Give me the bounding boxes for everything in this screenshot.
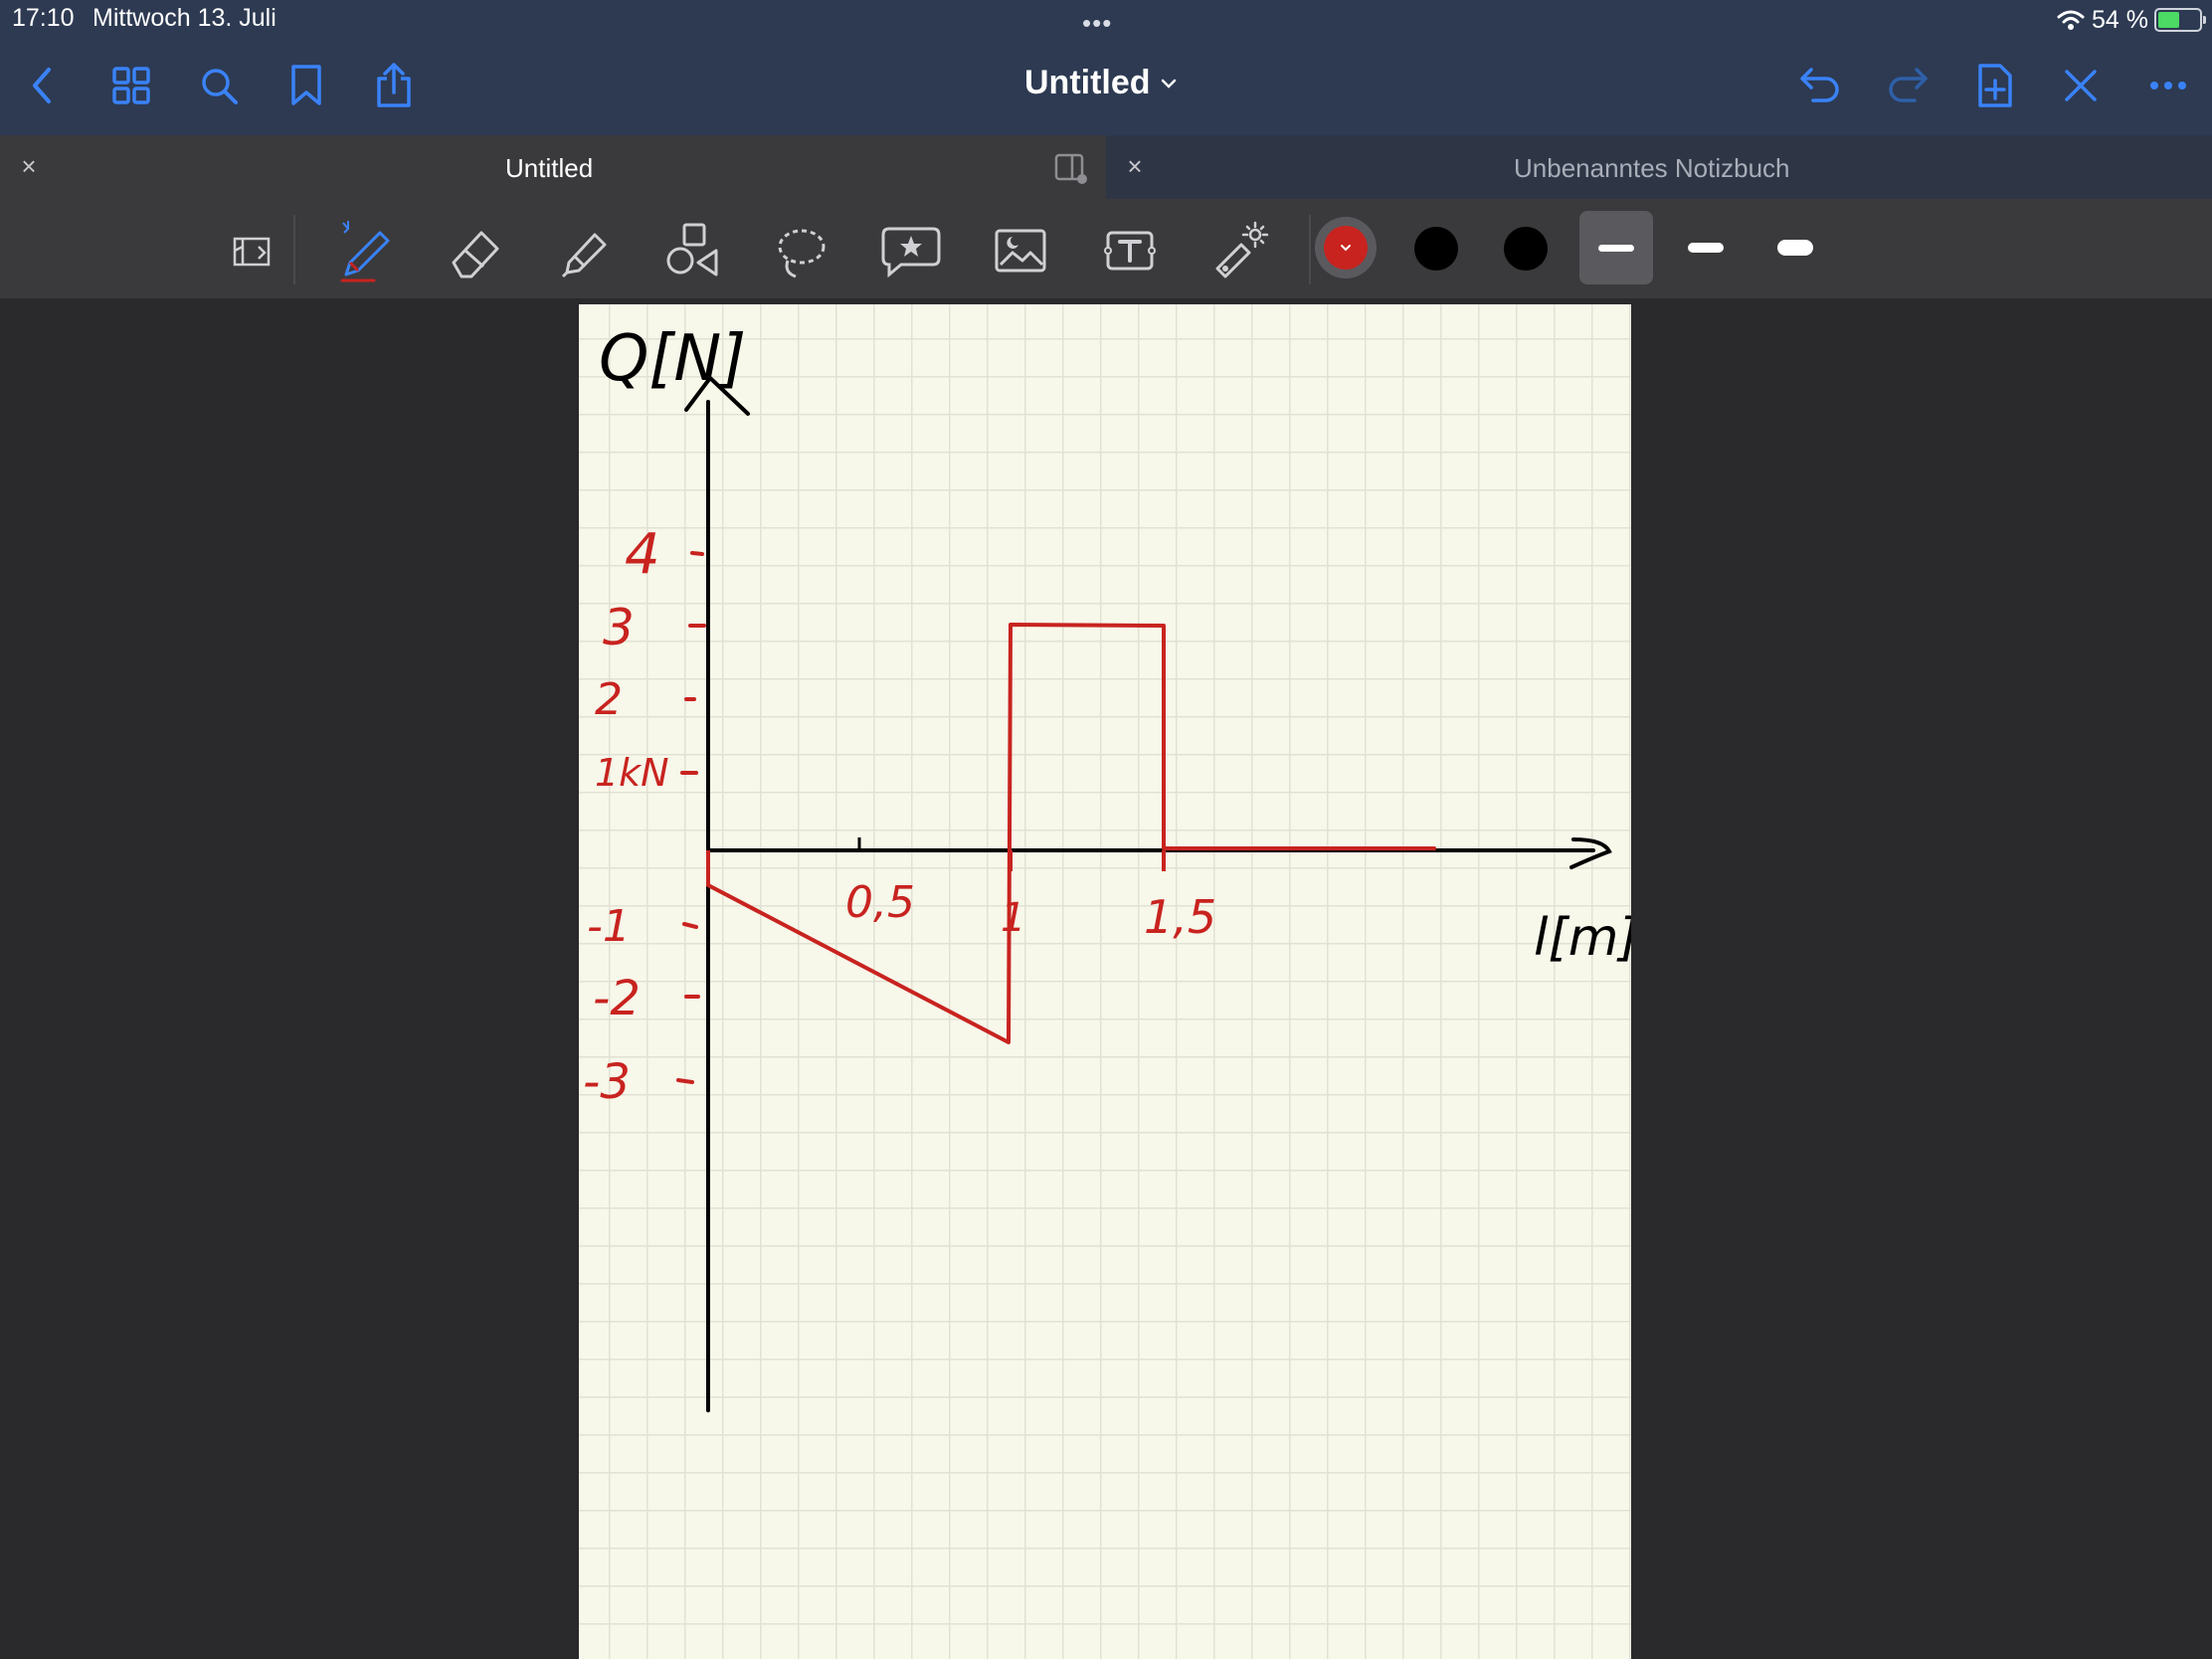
eraser-icon <box>452 231 499 278</box>
color-swatch-red[interactable] <box>1324 226 1368 270</box>
status-bar: 17:10 Mittwoch 13. Juli ••• 54 % <box>0 0 2212 40</box>
more-icon <box>2150 82 2186 90</box>
pen-icon <box>340 221 390 282</box>
text-tool[interactable] <box>1098 219 1162 282</box>
grid-view-button[interactable] <box>107 62 155 109</box>
read-mode-button[interactable] <box>221 219 284 282</box>
handwriting-layer: Q[N] l[m] 4 3 2 1kN -1 -2 -3 0,5 1 1,5 <box>583 322 1631 1412</box>
y-axis-label: Q[N] <box>599 322 746 396</box>
y-tick-label: 2 <box>595 674 623 725</box>
toolbar-separator <box>1309 215 1311 284</box>
bookmark-button[interactable] <box>282 62 330 109</box>
lasso-icon <box>778 229 826 278</box>
sticker-tool[interactable] <box>879 219 943 282</box>
image-tool[interactable] <box>989 219 1052 282</box>
tab-strip: × Untitled × Unbenanntes Notizbuch <box>0 135 2212 199</box>
redo-button[interactable] <box>1884 62 1932 109</box>
tab-untitled[interactable]: × Untitled <box>0 135 1106 199</box>
tab-close-button[interactable]: × <box>1120 151 1150 181</box>
x-tick-label: 0,5 <box>845 877 915 928</box>
image-icon <box>995 229 1046 273</box>
add-page-icon <box>1978 64 2012 107</box>
shear-diagram-stroke <box>706 623 1436 1044</box>
y-tick-label: -2 <box>593 971 641 1026</box>
split-view-icon[interactable] <box>1054 153 1088 185</box>
y-tick-label: 1kN <box>595 751 669 795</box>
undo-icon <box>1800 68 1839 102</box>
eraser-tool[interactable] <box>444 219 507 282</box>
lasso-tool[interactable] <box>770 219 833 282</box>
document-title: Untitled <box>1024 64 1151 101</box>
redo-icon <box>1889 68 1928 102</box>
undo-button[interactable] <box>1796 62 1844 109</box>
wifi-icon <box>2057 10 2085 30</box>
tab-unbenanntes-notizbuch[interactable]: × Unbenanntes Notizbuch <box>1106 135 2212 199</box>
battery-percent: 54 % <box>2092 5 2148 34</box>
y-tick-label: 3 <box>603 599 635 656</box>
highlighter-icon <box>561 233 607 278</box>
tab-label: Unbenanntes Notizbuch <box>1514 153 1790 183</box>
color-swatch-black[interactable] <box>1504 227 1548 271</box>
y-tick-label: -1 <box>587 901 631 952</box>
y-tick-label: 4 <box>625 522 660 587</box>
y-tick-stroke <box>676 1078 694 1084</box>
pen-tool[interactable] <box>332 219 396 282</box>
stroke-thick-option[interactable] <box>1758 211 1832 284</box>
status-date: Mittwoch 13. Juli <box>92 4 276 32</box>
shapes-tool[interactable] <box>660 219 724 282</box>
x-tick-label: 1 <box>1001 895 1025 941</box>
toggle-toolbar-button[interactable] <box>2057 62 2105 109</box>
tab-close-button[interactable]: × <box>14 151 44 181</box>
toolbar-separator <box>293 215 295 284</box>
document-title-menu[interactable]: Untitled <box>1024 64 1177 102</box>
stroke-thin-option[interactable] <box>1579 211 1653 284</box>
battery-icon <box>2154 8 2206 32</box>
search-button[interactable] <box>195 62 243 109</box>
multitasking-dots[interactable]: ••• <box>1082 8 1112 39</box>
bookmark-icon <box>291 65 321 105</box>
laser-pointer-icon <box>1215 221 1269 278</box>
x-tick-label: 1,5 <box>1144 890 1216 944</box>
color-swatch-black[interactable] <box>1414 227 1458 271</box>
text-icon <box>1104 231 1156 271</box>
shapes-icon <box>666 223 718 276</box>
status-time: 17:10 <box>12 4 75 32</box>
x-axis-arrow-stroke <box>1569 837 1612 869</box>
note-page[interactable]: Q[N] l[m] 4 3 2 1kN -1 -2 -3 0,5 1 1,5 <box>579 304 1631 1659</box>
x-axis-label: l[m] <box>1534 908 1631 968</box>
share-button[interactable] <box>370 62 418 109</box>
back-button[interactable] <box>18 62 66 109</box>
chevron-down-icon <box>1161 79 1176 89</box>
highlighter-tool[interactable] <box>553 219 617 282</box>
y-tick-stroke <box>690 551 704 556</box>
y-tick-stroke <box>682 922 698 929</box>
close-toolbar-icon <box>2065 70 2097 101</box>
drawing-toolbar <box>0 199 2212 298</box>
navigation-bar: Untitled <box>0 40 2212 135</box>
add-page-button[interactable] <box>1971 62 2019 109</box>
read-mode-icon <box>233 237 271 267</box>
grid-icon <box>112 67 150 104</box>
chevron-down-icon <box>1341 245 1351 252</box>
laser-pointer-tool[interactable] <box>1207 219 1271 282</box>
sticker-icon <box>881 227 941 278</box>
back-icon <box>33 68 51 103</box>
share-icon <box>377 63 411 107</box>
status-indicators: 54 % <box>2056 4 2206 36</box>
y-tick-label: -3 <box>583 1054 631 1110</box>
stroke-medium-option[interactable] <box>1669 211 1743 284</box>
tab-label: Untitled <box>505 153 594 183</box>
search-icon <box>202 69 238 104</box>
more-button[interactable] <box>2144 62 2192 109</box>
